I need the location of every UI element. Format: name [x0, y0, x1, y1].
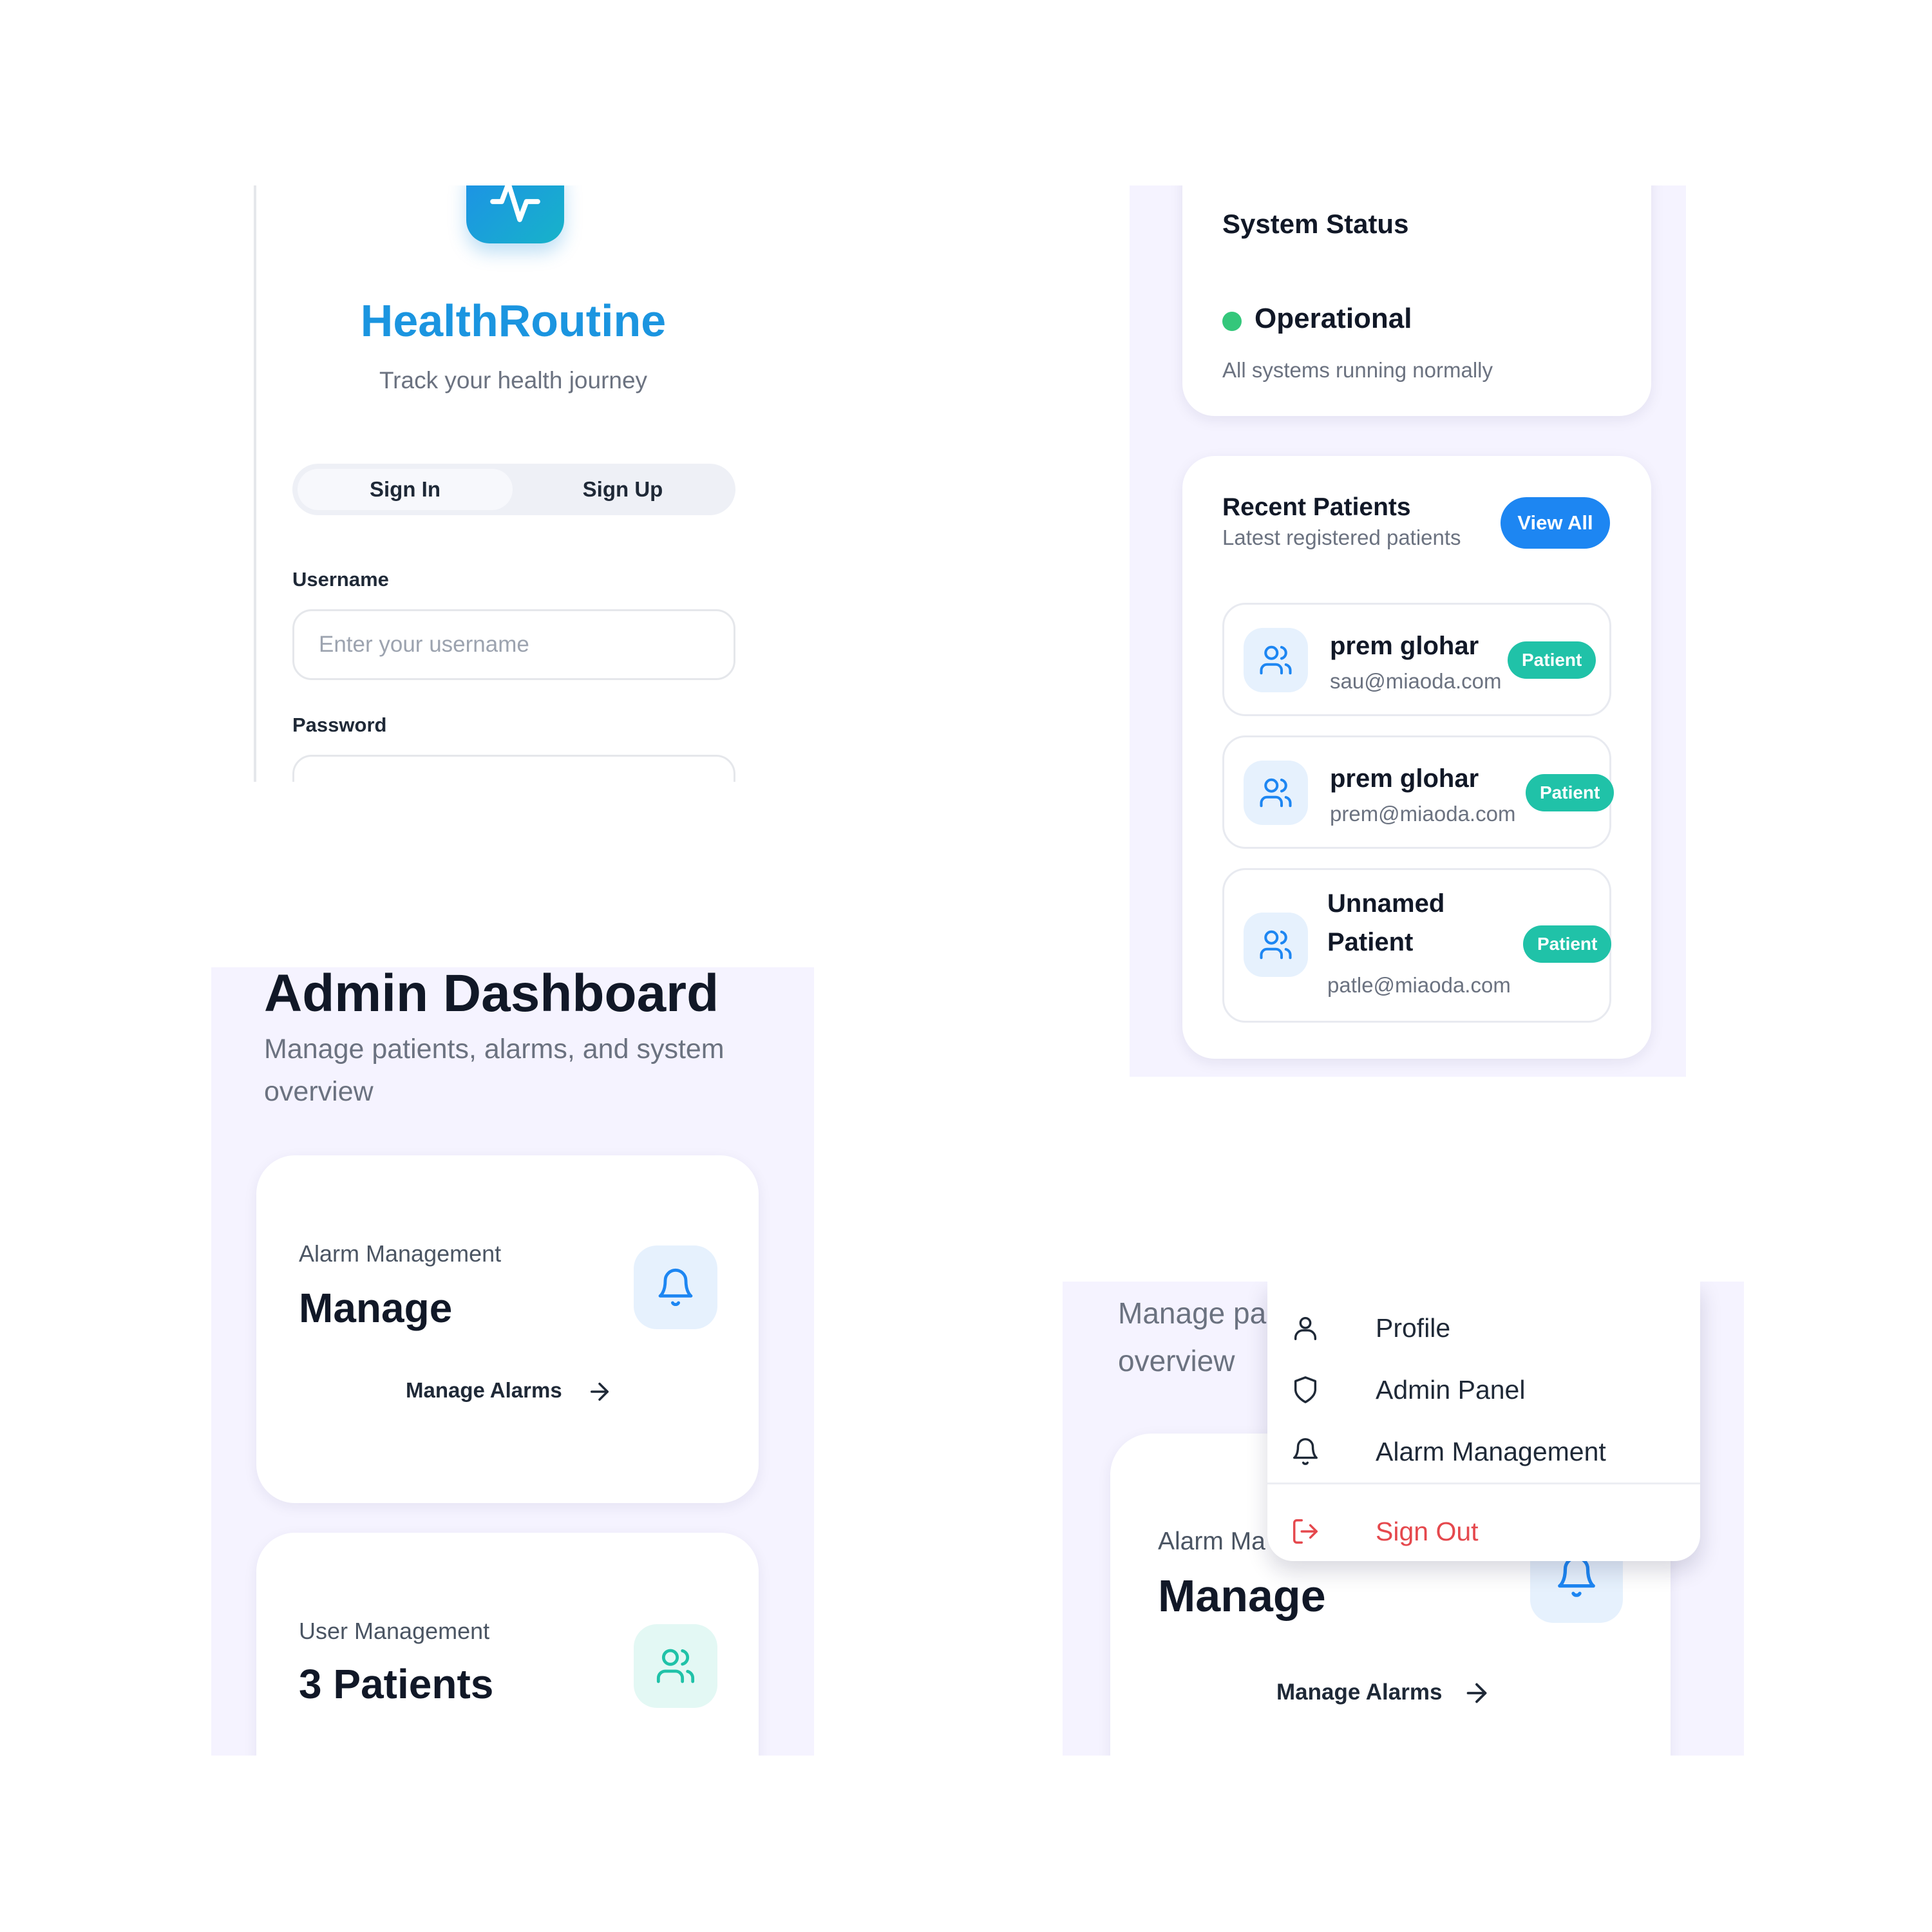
card-label: User Management	[299, 1618, 490, 1644]
arrow-right-icon	[591, 1383, 609, 1401]
card-value: 3 Patients	[299, 1661, 494, 1707]
users-icon	[1260, 778, 1292, 808]
username-label: Username	[292, 568, 389, 591]
user-menu-panel: Manage pa overview Alarm Ma Manage Manag…	[1063, 1282, 1744, 1756]
menu-item-admin-panel[interactable]: Admin Panel	[1291, 1364, 1525, 1416]
user-dropdown-menu: Profile Admin Panel Alarm Management Sig…	[1267, 1282, 1700, 1561]
menu-item-label: Admin Panel	[1376, 1374, 1526, 1405]
page-subtitle-line1: Manage pa	[1118, 1296, 1267, 1330]
bell-icon	[658, 1268, 693, 1307]
admin-dashboard-panel: Admin Dashboard Manage patients, alarms,…	[211, 967, 814, 1756]
status-state: Operational	[1255, 303, 1412, 334]
manage-alarms-link[interactable]: Manage Alarms	[1276, 1680, 1442, 1705]
page-title: Admin Dashboard	[264, 967, 719, 1023]
pulse-icon	[490, 185, 540, 222]
password-input[interactable]	[292, 755, 735, 782]
app-logo	[466, 185, 564, 243]
tab-sign-in[interactable]: Sign In	[298, 469, 513, 510]
username-input[interactable]: Enter your username	[292, 609, 735, 680]
page-subtitle: Manage patients, alarms, and system over…	[264, 1034, 724, 1107]
user-icon	[1291, 1313, 1332, 1343]
password-label: Password	[292, 714, 387, 736]
menu-item-profile[interactable]: Profile	[1291, 1302, 1450, 1354]
login-panel: HealthRoutine Track your health journey …	[254, 185, 824, 782]
username-placeholder: Enter your username	[319, 632, 529, 657]
menu-divider	[1267, 1482, 1700, 1484]
card-icon	[634, 1245, 717, 1329]
card-value: Manage	[1158, 1571, 1326, 1621]
recent-patients-subtitle: Latest registered patients	[1222, 526, 1461, 549]
users-icon	[1260, 930, 1292, 960]
arrow-right-icon	[1466, 1683, 1487, 1703]
patient-row[interactable]: Unnamed Patient patle@miaoda.com Patient	[1222, 868, 1612, 1023]
logout-icon	[1291, 1517, 1332, 1546]
patient-email: prem@miaoda.com	[1330, 802, 1516, 826]
patient-avatar	[1244, 761, 1308, 825]
alarm-management-card[interactable]: Alarm Management Manage Manage Alarms	[256, 1155, 759, 1503]
system-status-card: System Status Operational All systems ru…	[1182, 185, 1651, 416]
panel-divider	[254, 185, 256, 782]
patient-avatar	[1244, 628, 1308, 692]
patient-name-line1: Unnamed	[1327, 889, 1445, 918]
card-label: Alarm Ma	[1158, 1528, 1265, 1555]
bell-icon	[1291, 1437, 1332, 1466]
card-value: Manage	[299, 1285, 453, 1331]
app-title: HealthRoutine	[360, 296, 667, 346]
card-label: Alarm Management	[299, 1240, 502, 1267]
users-icon	[1260, 645, 1292, 675]
status-panel: System Status Operational All systems ru…	[1130, 185, 1686, 1077]
status-dot	[1222, 312, 1242, 331]
recent-patients-title: Recent Patients	[1222, 493, 1411, 521]
patient-avatar	[1244, 913, 1308, 977]
manage-alarms-link[interactable]: Manage Alarms	[406, 1378, 562, 1403]
page-subtitle: Manage pa overview	[1118, 1289, 1266, 1385]
view-all-button[interactable]: View All	[1501, 497, 1610, 549]
patient-badge: Patient	[1523, 925, 1612, 963]
page-subtitle-line2: overview	[1118, 1344, 1235, 1378]
patient-email: patle@miaoda.com	[1327, 973, 1511, 997]
patient-name-line2: Patient	[1327, 928, 1414, 956]
system-status-title: System Status	[1222, 209, 1409, 239]
users-icon	[656, 1649, 695, 1683]
tab-sign-up[interactable]: Sign Up	[515, 469, 730, 510]
app-tagline: Track your health journey	[379, 367, 648, 393]
patient-row[interactable]: prem glohar prem@miaoda.com Patient	[1222, 735, 1615, 849]
recent-patients-card: Recent Patients Latest registered patien…	[1182, 456, 1651, 1059]
auth-tabs: Sign In Sign Up	[292, 464, 735, 515]
card-icon	[634, 1624, 717, 1708]
patient-badge: Patient	[1526, 774, 1615, 811]
menu-item-label: Alarm Management	[1376, 1436, 1606, 1466]
menu-item-alarm-management[interactable]: Alarm Management	[1291, 1426, 1606, 1477]
status-description: All systems running normally	[1222, 358, 1493, 382]
patient-email: sau@miaoda.com	[1330, 669, 1502, 693]
menu-item-sign-out[interactable]: Sign Out	[1291, 1506, 1479, 1557]
menu-item-label: Sign Out	[1376, 1516, 1479, 1546]
patient-name: prem glohar	[1330, 764, 1479, 793]
user-management-card[interactable]: User Management 3 Patients	[256, 1533, 759, 1756]
menu-item-label: Profile	[1376, 1312, 1451, 1343]
shield-icon	[1291, 1375, 1332, 1405]
patient-name: prem glohar	[1330, 632, 1479, 660]
patient-row[interactable]: prem glohar sau@miaoda.com Patient	[1222, 603, 1611, 716]
patient-badge: Patient	[1508, 641, 1596, 679]
